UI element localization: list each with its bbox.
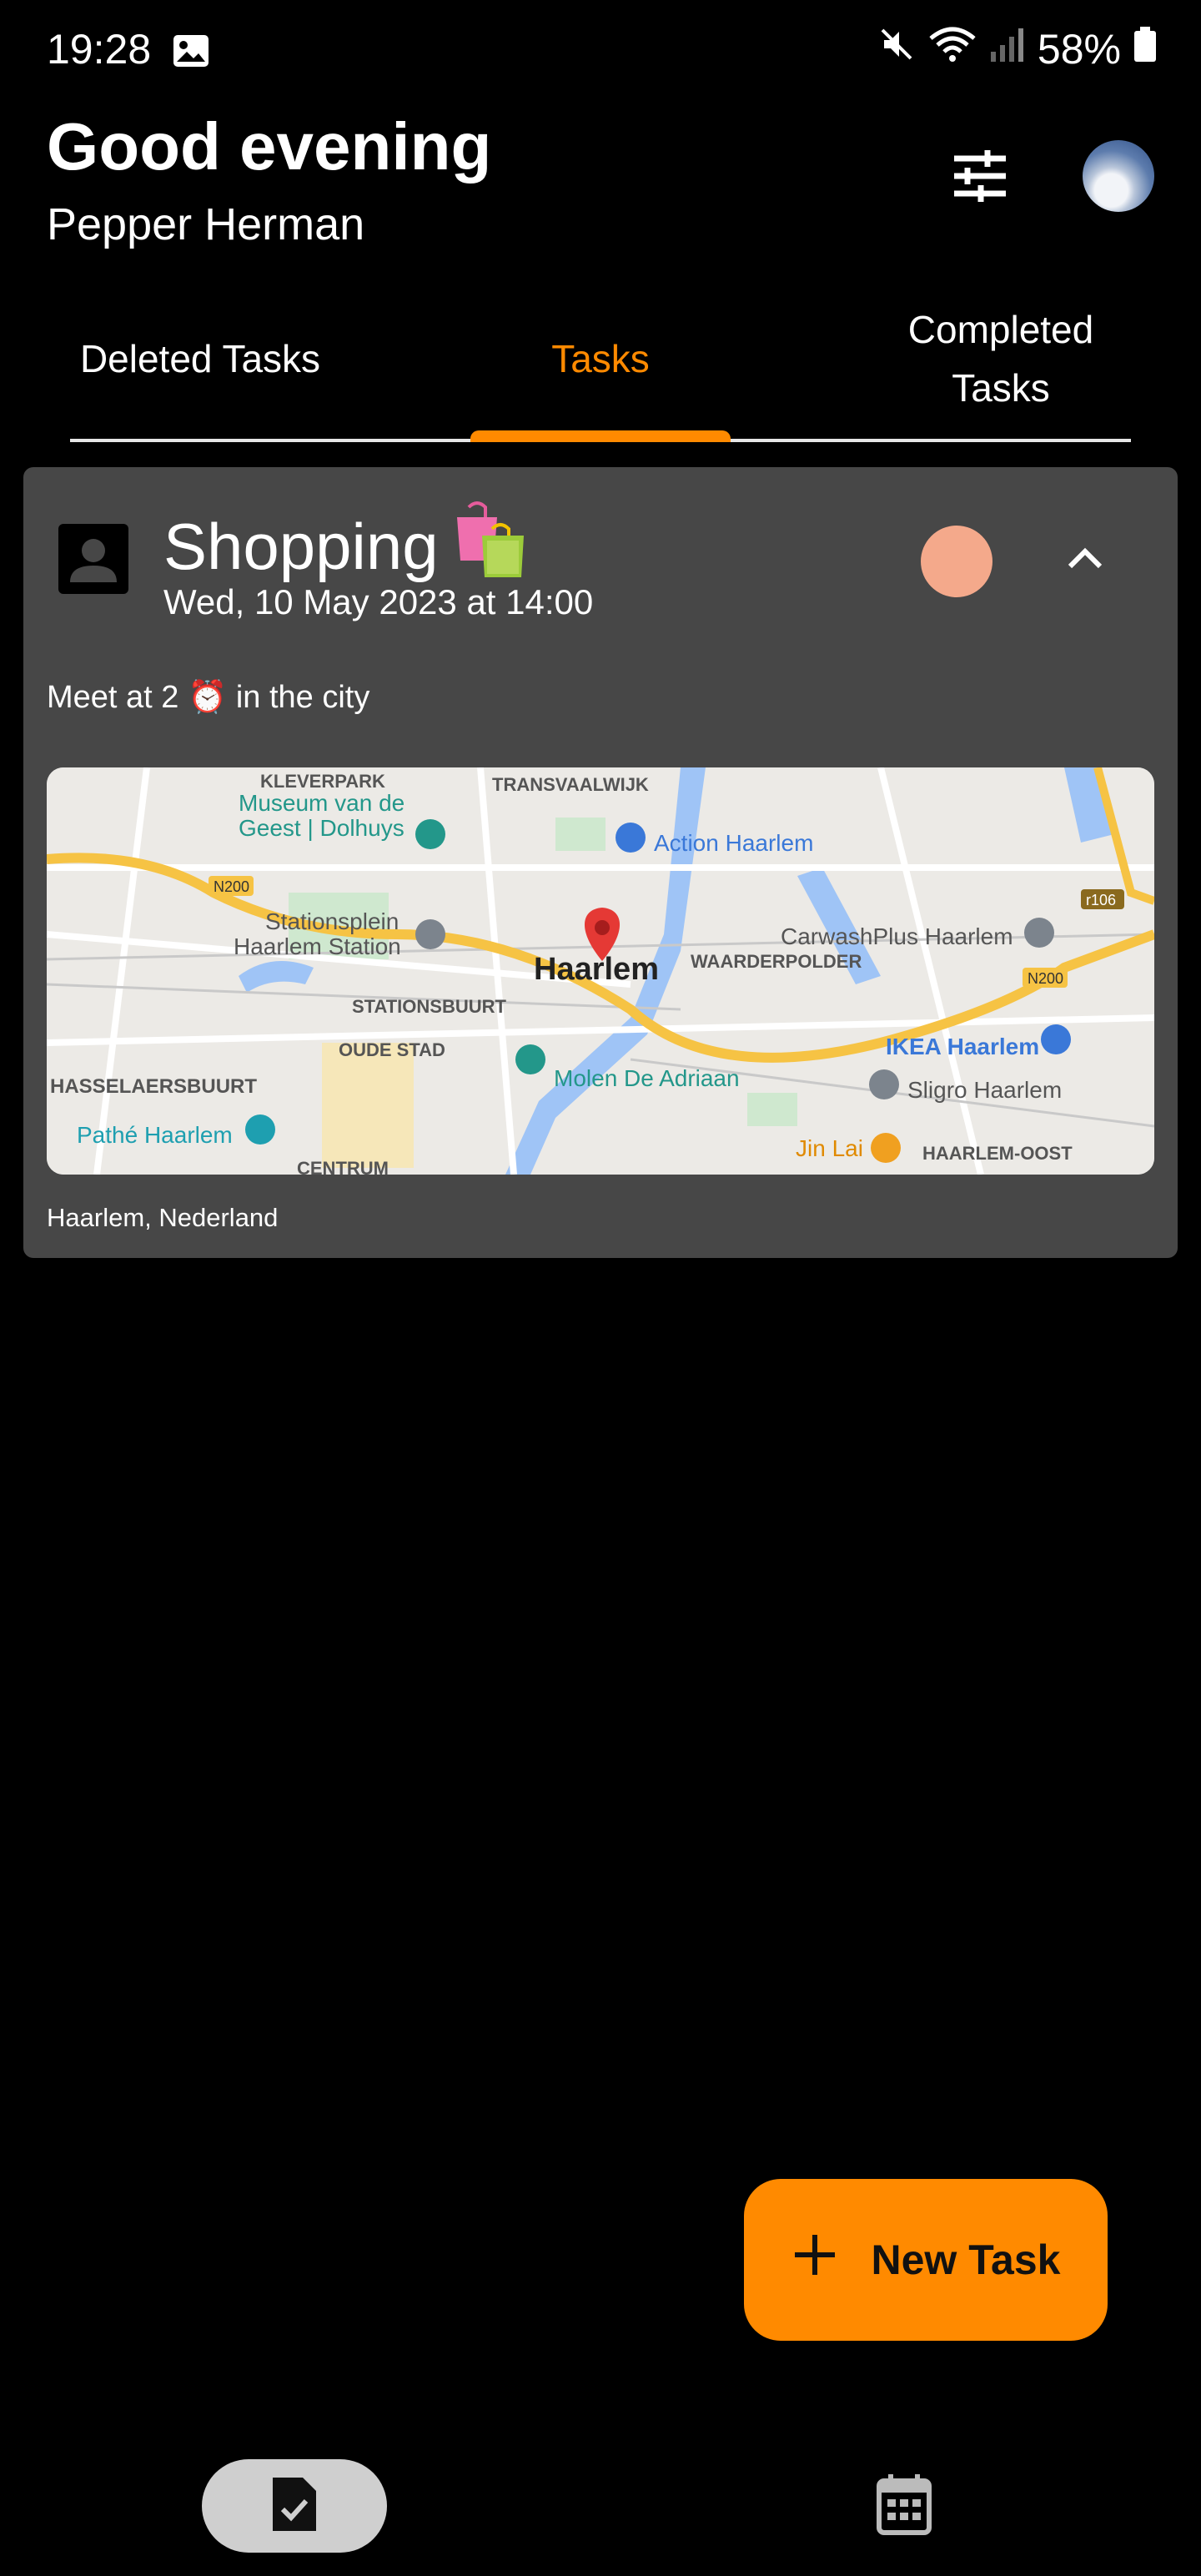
wifi-icon <box>927 25 977 73</box>
svg-text:Sligro Haarlem: Sligro Haarlem <box>907 1077 1062 1103</box>
svg-text:Geest | Dolhuys: Geest | Dolhuys <box>239 815 405 841</box>
svg-text:CarwashPlus Haarlem: CarwashPlus Haarlem <box>781 923 1013 949</box>
map-tiles: KLEVERPARK TRANSVAALWIJK WAARDERPOLDER S… <box>47 767 1154 1175</box>
collapse-button[interactable] <box>1056 531 1114 589</box>
svg-text:Haarlem Station: Haarlem Station <box>234 933 401 959</box>
svg-text:IKEA Haarlem: IKEA Haarlem <box>886 1034 1039 1059</box>
chevron-up-icon <box>1067 546 1103 574</box>
task-document-icon <box>269 2474 319 2538</box>
new-task-label: New Task <box>871 2236 1061 2283</box>
svg-text:Molen De Adriaan: Molen De Adriaan <box>554 1065 740 1091</box>
svg-text:Action Haarlem: Action Haarlem <box>654 830 813 856</box>
battery-text: 58% <box>1037 26 1121 73</box>
nav-tasks[interactable] <box>202 2459 387 2553</box>
task-title-text: Shopping <box>163 510 439 583</box>
svg-text:HASSELAERSBUURT: HASSELAERSBUURT <box>50 1075 257 1098</box>
filter-button[interactable] <box>942 140 1018 215</box>
svg-text:Haarlem: Haarlem <box>534 952 659 987</box>
tab-active-indicator <box>470 430 731 442</box>
plus-icon <box>791 2231 838 2288</box>
gallery-icon <box>172 33 210 73</box>
user-name: Pepper Herman <box>47 199 365 249</box>
svg-text:Pathé Haarlem: Pathé Haarlem <box>77 1122 233 1148</box>
svg-text:N200: N200 <box>1028 970 1063 987</box>
tab-deleted-tasks[interactable]: Deleted Tasks <box>33 309 367 409</box>
task-color-indicator[interactable] <box>921 526 992 597</box>
greeting-title: Good evening <box>47 109 492 184</box>
svg-text:CENTRUM: CENTRUM <box>297 1158 389 1175</box>
task-date: Wed, 10 May 2023 at 14:00 <box>163 582 594 621</box>
svg-text:TRANSVAALWIJK: TRANSVAALWIJK <box>492 774 649 795</box>
svg-text:OUDE STAD: OUDE STAD <box>339 1039 445 1060</box>
new-task-button[interactable]: New Task <box>744 2179 1108 2341</box>
avatar[interactable] <box>1083 140 1154 212</box>
status-time: 19:28 <box>47 26 152 73</box>
svg-text:WAARDERPOLDER: WAARDERPOLDER <box>691 951 862 972</box>
tune-icon <box>952 149 1008 206</box>
mute-icon <box>877 25 916 73</box>
person-icon <box>57 522 130 596</box>
status-icons: 58% <box>877 25 1158 73</box>
task-location: Haarlem, Nederland <box>47 1203 279 1232</box>
svg-text:r106: r106 <box>1086 892 1116 908</box>
svg-text:Jin Lai: Jin Lai <box>796 1135 863 1161</box>
svg-text:STATIONSBUURT: STATIONSBUURT <box>352 996 507 1017</box>
tab-completed-tasks[interactable]: Completed Tasks <box>867 296 1134 421</box>
battery-icon <box>1133 25 1158 73</box>
svg-text:Stationsplein: Stationsplein <box>265 908 399 934</box>
task-description: Meet at 2 ⏰ in the city <box>47 680 370 715</box>
nav-calendar[interactable] <box>871 2463 937 2549</box>
tab-tasks[interactable]: Tasks <box>467 309 734 409</box>
svg-text:HAARLEM-OOST: HAARLEM-OOST <box>922 1143 1073 1164</box>
svg-text:Museum van de: Museum van de <box>239 790 405 816</box>
shopping-bags-icon <box>450 499 530 595</box>
signal-icon <box>989 25 1026 73</box>
svg-text:KLEVERPARK: KLEVERPARK <box>260 771 385 792</box>
calendar-icon <box>876 2473 932 2540</box>
task-title: Shopping <box>163 499 530 595</box>
svg-text:N200: N200 <box>214 878 249 895</box>
task-map[interactable]: KLEVERPARK TRANSVAALWIJK WAARDERPOLDER S… <box>47 767 1154 1175</box>
